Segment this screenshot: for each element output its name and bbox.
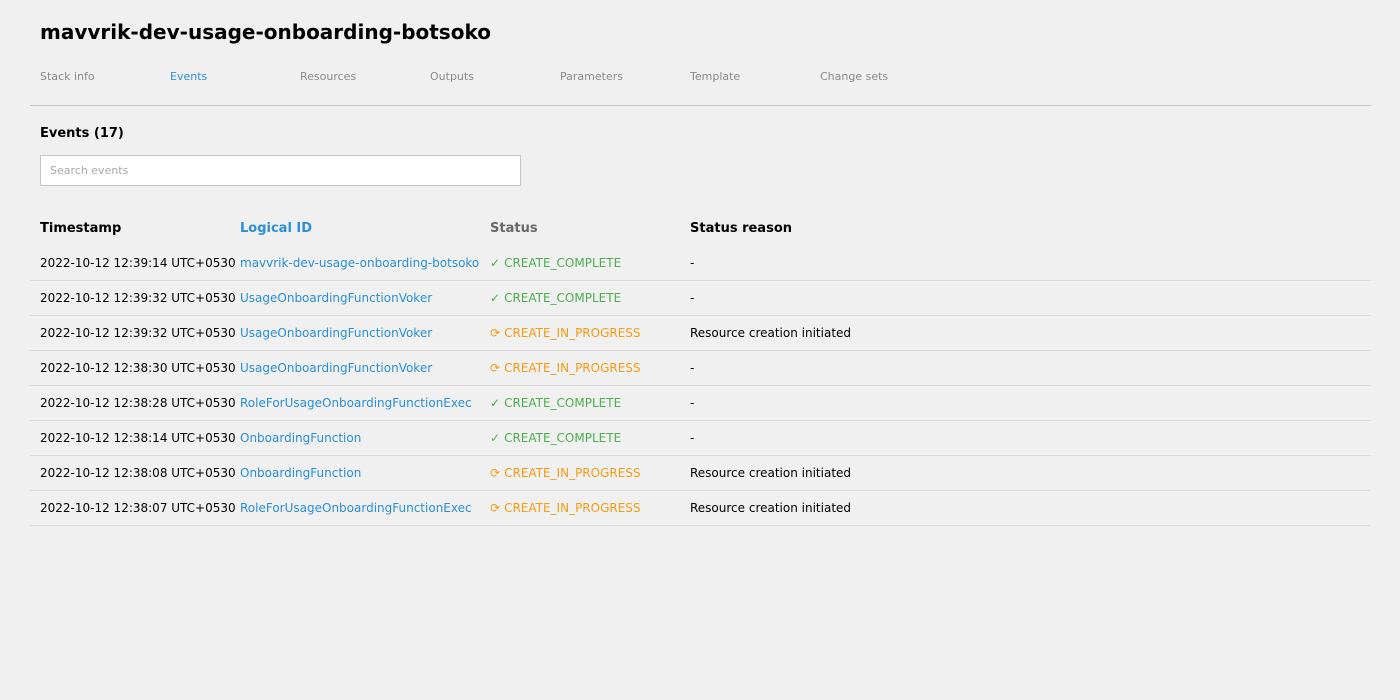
- check-icon: ✓: [490, 256, 501, 270]
- status-reason-cell: Resource creation initiated: [690, 326, 852, 340]
- logical-id-link[interactable]: OnboardingFunction: [240, 456, 361, 490]
- status-text: CREATE_IN_PROGRESS: [504, 361, 641, 375]
- tab-events[interactable]: Events: [170, 70, 207, 84]
- check-icon: ✓: [490, 291, 501, 305]
- status-cell: ⟳ CREATE_IN_PROGRESS: [490, 456, 641, 490]
- logical-id-link[interactable]: OnboardingFunction: [240, 421, 361, 455]
- status-cell: ⟳ CREATE_IN_PROGRESS: [490, 351, 641, 385]
- timestamp-cell: 2022-10-12 12:38:14 UTC+0530: [40, 431, 236, 445]
- table-row: 2022-10-12 12:39:32 UTC+0530 UsageOnboard…: [30, 281, 1371, 316]
- timestamp-cell: 2022-10-12 12:38:28 UTC+0530: [40, 396, 236, 410]
- status-reason-cell: Resource creation initiated: [690, 466, 852, 480]
- spinner-icon: ⟳: [490, 501, 501, 515]
- check-icon: ✓: [490, 431, 501, 445]
- events-section-title: Events (17): [40, 126, 124, 141]
- timestamp-cell: 2022-10-12 12:38:08 UTC+0530: [40, 466, 236, 480]
- status-cell: ⟳ CREATE_IN_PROGRESS: [490, 316, 641, 350]
- status-text: CREATE_COMPLETE: [504, 256, 622, 270]
- column-header-status[interactable]: Status: [490, 221, 538, 237]
- logical-id-link[interactable]: UsageOnboardingFunctionVoker: [240, 281, 432, 315]
- table-row: 2022-10-12 12:38:14 UTC+0530 OnboardingFu…: [30, 421, 1371, 456]
- table-row: 2022-10-12 12:38:08 UTC+0530 OnboardingFu…: [30, 456, 1371, 491]
- spinner-icon: ⟳: [490, 466, 501, 480]
- column-header-timestamp[interactable]: Timestamp: [40, 221, 121, 237]
- table-row: 2022-10-12 12:38:28 UTC+0530 RoleForUsage…: [30, 386, 1371, 421]
- tab-divider: [30, 105, 1371, 106]
- status-reason-cell: -: [690, 291, 695, 305]
- table-row: 2022-10-12 12:38:07 UTC+0530 RoleForUsage…: [30, 491, 1371, 526]
- status-text: CREATE_COMPLETE: [504, 291, 622, 305]
- status-cell: ✓ CREATE_COMPLETE: [490, 421, 621, 455]
- search-events-input[interactable]: [40, 155, 521, 186]
- status-reason-cell: -: [690, 396, 695, 410]
- status-cell: ✓ CREATE_COMPLETE: [490, 386, 621, 420]
- tab-stack-info[interactable]: Stack info: [40, 70, 95, 84]
- tab-resources[interactable]: Resources: [300, 70, 356, 84]
- logical-id-link[interactable]: RoleForUsageOnboardingFunctionExec: [240, 386, 472, 420]
- column-header-logical-id[interactable]: Logical ID: [240, 221, 312, 237]
- table-row: 2022-10-12 12:39:14 UTC+0530 mavvrik-dev-…: [30, 246, 1371, 281]
- status-reason-cell: -: [690, 361, 695, 375]
- status-cell: ✓ CREATE_COMPLETE: [490, 281, 621, 315]
- timestamp-cell: 2022-10-12 12:39:14 UTC+0530: [40, 256, 236, 270]
- spinner-icon: ⟳: [490, 361, 501, 375]
- status-text: CREATE_COMPLETE: [504, 396, 622, 410]
- table-row: 2022-10-12 12:38:30 UTC+0530 UsageOnboard…: [30, 351, 1371, 386]
- status-cell: ⟳ CREATE_IN_PROGRESS: [490, 491, 641, 525]
- status-text: CREATE_COMPLETE: [504, 431, 622, 445]
- status-reason-cell: -: [690, 256, 695, 270]
- tab-change-sets[interactable]: Change sets: [820, 70, 888, 84]
- timestamp-cell: 2022-10-12 12:39:32 UTC+0530: [40, 291, 236, 305]
- timestamp-cell: 2022-10-12 12:39:32 UTC+0530: [40, 326, 236, 340]
- timestamp-cell: 2022-10-12 12:38:07 UTC+0530: [40, 501, 236, 515]
- logical-id-link[interactable]: UsageOnboardingFunctionVoker: [240, 351, 432, 385]
- logical-id-link[interactable]: mavvrik-dev-usage-onboarding-botsoko: [240, 246, 479, 280]
- column-header-status-reason[interactable]: Status reason: [690, 221, 792, 237]
- check-icon: ✓: [490, 396, 501, 410]
- page-title: mavvrik-dev-usage-onboarding-botsoko: [40, 20, 491, 44]
- status-text: CREATE_IN_PROGRESS: [504, 501, 641, 515]
- logical-id-link[interactable]: UsageOnboardingFunctionVoker: [240, 316, 432, 350]
- status-reason-cell: -: [690, 431, 695, 445]
- status-text: CREATE_IN_PROGRESS: [504, 326, 641, 340]
- table-row: 2022-10-12 12:39:32 UTC+0530 UsageOnboard…: [30, 316, 1371, 351]
- spinner-icon: ⟳: [490, 326, 501, 340]
- status-cell: ✓ CREATE_COMPLETE: [490, 246, 621, 280]
- table-body: 2022-10-12 12:39:14 UTC+0530 mavvrik-dev-…: [30, 246, 1371, 526]
- status-text: CREATE_IN_PROGRESS: [504, 466, 641, 480]
- status-reason-cell: Resource creation initiated: [690, 501, 852, 515]
- tab-template[interactable]: Template: [690, 70, 740, 84]
- tab-parameters[interactable]: Parameters: [560, 70, 623, 84]
- logical-id-link[interactable]: RoleForUsageOnboardingFunctionExec: [240, 491, 472, 525]
- table-header: Timestamp Logical ID Status Status reaso…: [30, 212, 1371, 246]
- events-table: Timestamp Logical ID Status Status reaso…: [30, 212, 1371, 526]
- timestamp-cell: 2022-10-12 12:38:30 UTC+0530: [40, 361, 236, 375]
- tab-outputs[interactable]: Outputs: [430, 70, 474, 84]
